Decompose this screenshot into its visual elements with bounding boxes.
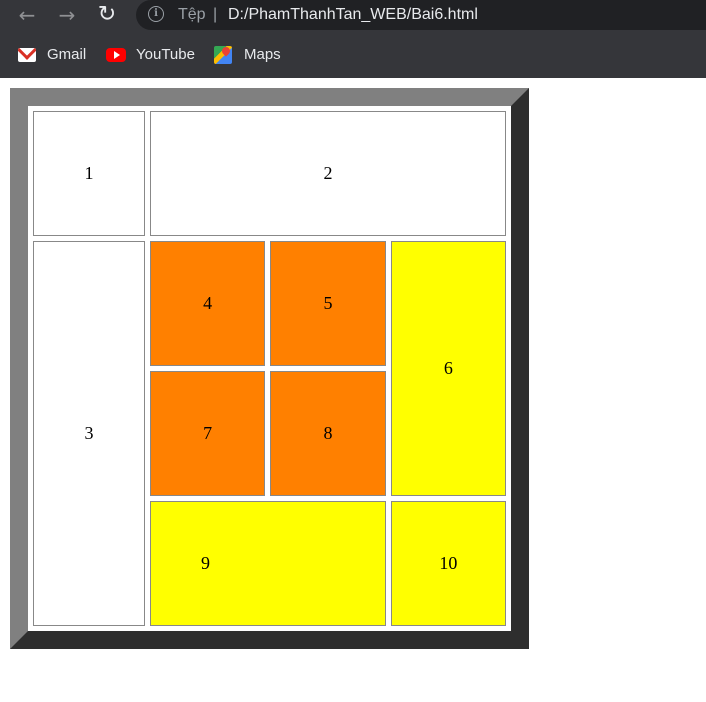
- gmail-icon: [18, 48, 36, 62]
- address-url[interactable]: D:/PhamThanhTan_WEB/Bai6.html: [228, 5, 478, 25]
- cell-9: 9: [150, 501, 386, 626]
- bookmark-label: Maps: [244, 46, 281, 63]
- address-scheme-label: Tệp: [178, 6, 206, 23]
- arrow-right-icon[interactable]: →: [53, 2, 81, 30]
- cell-5: 5: [270, 241, 386, 366]
- cell-1: 1: [33, 111, 145, 236]
- info-icon[interactable]: i: [148, 6, 164, 22]
- reload-icon[interactable]: ↻: [93, 2, 121, 30]
- cell-3: 3: [33, 241, 145, 626]
- address-separator: |: [213, 6, 218, 23]
- maps-icon: [214, 46, 232, 64]
- cell-8: 8: [270, 371, 386, 496]
- browser-toolbar: ← → ↻ i Tệp | D:/PhamThanhTan_WEB/Bai6.h…: [0, 0, 706, 32]
- layout-table: 1 2 3 4 5 6 7 8 9 10: [10, 88, 529, 649]
- bookmark-label: YouTube: [136, 46, 195, 63]
- cell-4: 4: [150, 241, 266, 366]
- cell-2: 2: [150, 111, 506, 236]
- cell-6: 6: [390, 241, 506, 496]
- address-bar[interactable]: i Tệp | D:/PhamThanhTan_WEB/Bai6.html: [136, 0, 706, 30]
- youtube-icon: [106, 48, 126, 62]
- cell-7: 7: [150, 371, 266, 496]
- bookmarks-bar: Gmail YouTube Maps: [0, 32, 706, 78]
- arrow-left-icon[interactable]: ←: [13, 2, 41, 30]
- cell-10: 10: [390, 501, 506, 626]
- bookmark-label: Gmail: [47, 46, 87, 63]
